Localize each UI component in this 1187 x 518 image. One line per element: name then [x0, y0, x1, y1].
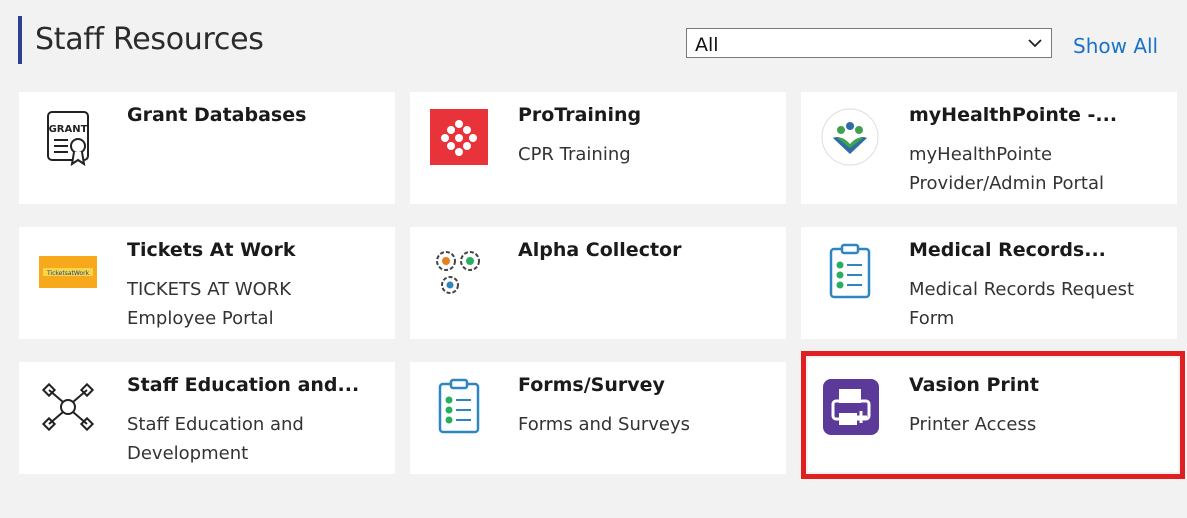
- svg-text:GRANT: GRANT: [49, 124, 88, 135]
- card-description: myHealthPointe Provider/Admin Portal: [909, 144, 1104, 194]
- resource-card-myhealthpointe[interactable]: myHealthPointe -... myHealthPointe Provi…: [801, 92, 1177, 204]
- card-description: TICKETS AT WORK Employee Portal: [127, 279, 292, 329]
- resource-card-medical-records[interactable]: Medical Records... Medical Records Reque…: [801, 227, 1177, 339]
- chevron-down-icon: [1028, 39, 1042, 48]
- card-title: Alpha Collector: [518, 239, 682, 261]
- tickets-logo-text: TicketsatWork: [46, 270, 90, 277]
- resource-card-grant-databases[interactable]: GRANT Grant Databases: [19, 92, 395, 204]
- card-description: CPR Training: [518, 144, 631, 165]
- show-all-link[interactable]: Show All: [1073, 34, 1158, 58]
- resource-card-tickets-at-work[interactable]: TicketsatWork Tickets At Work TICKETS AT…: [19, 227, 395, 339]
- category-filter-select[interactable]: All: [686, 28, 1052, 58]
- card-title: Medical Records...: [909, 239, 1106, 261]
- protraining-logo-icon: [430, 108, 488, 166]
- grant-certificate-icon: GRANT: [39, 108, 97, 166]
- clipboard-checklist-icon: [430, 378, 488, 436]
- card-description: Medical Records Request Form: [909, 279, 1135, 329]
- card-title: Forms/Survey: [518, 374, 665, 396]
- filter-selected-value: All: [695, 34, 719, 56]
- teamwork-hands-icon: [39, 378, 97, 436]
- tickets-at-work-logo-icon: TicketsatWork: [39, 243, 97, 301]
- title-accent-bar: [18, 16, 22, 64]
- clipboard-checklist-icon: [821, 243, 879, 301]
- card-title: Staff Education and...: [127, 374, 360, 396]
- card-title: myHealthPointe -...: [909, 104, 1118, 126]
- resource-card-alpha-collector[interactable]: Alpha Collector: [410, 227, 786, 339]
- resource-card-forms-survey[interactable]: Forms/Survey Forms and Surveys: [410, 362, 786, 474]
- highlight-box: [801, 351, 1185, 479]
- page-title: Staff Resources: [35, 22, 264, 57]
- resource-card-protraining[interactable]: ProTraining CPR Training: [410, 92, 786, 204]
- card-title: ProTraining: [518, 104, 642, 126]
- card-title: Grant Databases: [127, 104, 307, 126]
- myhealthpointe-logo-icon: [821, 108, 879, 166]
- header: Staff Resources All Show All: [18, 16, 1168, 66]
- resource-card-staff-education[interactable]: Staff Education and... Staff Education a…: [19, 362, 395, 474]
- card-title: Tickets At Work: [127, 239, 296, 261]
- card-description: Forms and Surveys: [518, 414, 691, 435]
- card-description: Staff Education and Development: [127, 414, 304, 464]
- gears-icon: [430, 243, 488, 301]
